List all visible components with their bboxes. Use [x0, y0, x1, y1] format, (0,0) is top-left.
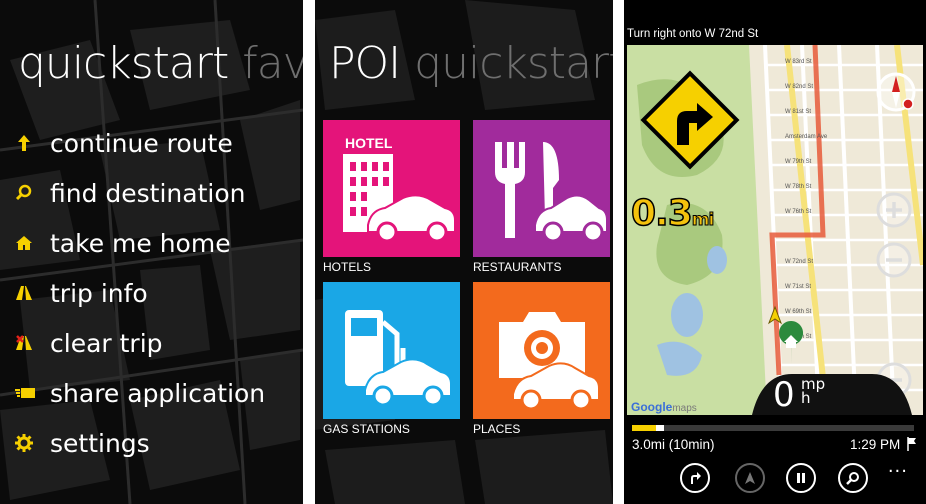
share-icon — [14, 378, 50, 408]
menu-label: share application — [50, 378, 266, 408]
turn-right-sign-icon — [640, 70, 740, 170]
menu-label: take me home — [50, 228, 231, 258]
menu-label: trip info — [50, 278, 148, 308]
destination-flag-icon — [907, 437, 916, 451]
search-icon — [846, 472, 859, 485]
compass-icon — [745, 472, 755, 484]
menu-find-destination[interactable]: find destination — [14, 168, 265, 218]
more-options-button[interactable]: ... — [888, 456, 908, 477]
compass-rose-icon[interactable] — [874, 70, 918, 114]
trip-progress-marker — [656, 425, 665, 431]
road-icon — [14, 278, 50, 308]
svg-text:HOTEL: HOTEL — [345, 135, 393, 151]
menu-trip-info[interactable]: trip info — [14, 268, 265, 318]
quickstart-menu: continue route find destination take me … — [14, 118, 265, 468]
pivot-header: POI quickstart — [329, 38, 613, 89]
tile-label: RESTAURANTS — [473, 260, 562, 274]
menu-label: clear trip — [50, 328, 163, 358]
poi-panel: POI quickstart HOTEL HOTELS RESTAURANTS … — [315, 0, 613, 504]
hotel-icon: HOTEL — [343, 135, 456, 243]
svg-text:W 78th St: W 78th St — [785, 184, 812, 190]
fork-knife-icon — [495, 142, 608, 243]
trip-progress-bar — [632, 425, 914, 431]
gas-pump-icon — [345, 310, 452, 407]
trip-remaining: 3.0mi (10min) — [632, 437, 715, 452]
turn-instruction: Turn right onto W 72nd St — [627, 28, 759, 40]
quickstart-panel: quickstart favo continue route find desti… — [0, 0, 303, 504]
clear-road-icon — [14, 328, 50, 358]
zoom-out-icon[interactable] — [874, 240, 914, 280]
home-icon — [14, 228, 50, 258]
svg-text:W 76th St: W 76th St — [785, 209, 812, 215]
svg-text:W 69th St: W 69th St — [785, 309, 812, 315]
pivot-quickstart[interactable]: quickstart — [414, 38, 613, 89]
google-maps-logo: Googlemaps — [631, 400, 697, 414]
gear-icon — [14, 428, 50, 458]
svg-text:W 81st St: W 81st St — [785, 109, 811, 115]
pivot-header: quickstart favo — [18, 38, 303, 89]
tile-places[interactable] — [473, 282, 610, 419]
tile-restaurants[interactable] — [473, 120, 610, 257]
turn-icon — [691, 472, 701, 484]
pause-icon — [797, 473, 805, 483]
menu-label: settings — [50, 428, 150, 458]
speed-unit: mp h — [801, 375, 826, 407]
menu-take-me-home[interactable]: take me home — [14, 218, 265, 268]
tile-label: GAS STATIONS — [323, 422, 410, 436]
pause-button[interactable] — [786, 463, 816, 493]
recenter-button[interactable] — [735, 463, 765, 493]
menu-label: find destination — [50, 178, 246, 208]
tile-gas-stations[interactable] — [323, 282, 460, 419]
speed-value: 0 — [773, 375, 795, 415]
svg-text:W 82nd St: W 82nd St — [785, 84, 813, 90]
menu-share-application[interactable]: share application — [14, 368, 265, 418]
tile-label: HOTELS — [323, 260, 372, 274]
svg-text:Amsterdam Ave: Amsterdam Ave — [785, 134, 828, 140]
up-arrow-icon — [14, 128, 50, 158]
svg-text:W 83rd St: W 83rd St — [785, 59, 812, 65]
menu-clear-trip[interactable]: clear trip — [14, 318, 265, 368]
svg-text:W 71st St: W 71st St — [785, 284, 811, 290]
camera-icon — [499, 312, 600, 411]
search-icon — [14, 178, 50, 208]
search-button[interactable] — [838, 463, 868, 493]
tile-hotels[interactable]: HOTEL — [323, 120, 460, 257]
turn-list-button[interactable] — [680, 463, 710, 493]
svg-text:W 79th St: W 79th St — [785, 159, 812, 165]
menu-settings[interactable]: settings — [14, 418, 265, 468]
application-bar — [624, 458, 926, 504]
arrival-time: 1:29 PM — [850, 437, 901, 452]
menu-continue-route[interactable]: continue route — [14, 118, 265, 168]
zoom-in-icon[interactable] — [874, 190, 914, 230]
svg-text:W 72nd St: W 72nd St — [785, 259, 813, 265]
pivot-favorites[interactable]: favo — [242, 38, 303, 89]
map-view[interactable]: W 83rd St W 82nd St W 81st St Amsterdam … — [627, 45, 923, 415]
navigation-panel: Turn right onto W 72nd St W 83rd St W 82… — [624, 0, 926, 504]
menu-label: continue route — [50, 128, 233, 158]
distance-to-turn: 0.3mi — [630, 192, 715, 235]
pivot-quickstart[interactable]: quickstart — [18, 38, 229, 89]
tile-label: PLACES — [473, 422, 521, 436]
pivot-poi[interactable]: POI — [329, 38, 401, 89]
